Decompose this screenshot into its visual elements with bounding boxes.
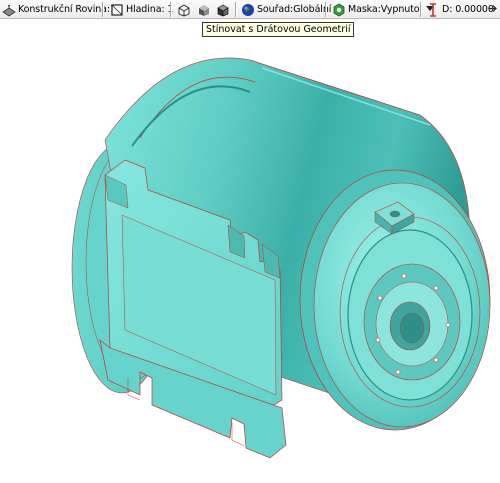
shaded-wire-cube-icon <box>216 3 230 17</box>
mask-icon <box>332 3 346 17</box>
more-icon <box>489 4 498 16</box>
distance-label: D: 0.00000 <box>442 4 494 15</box>
construction-plane-button[interactable]: Konstrukční Rovina:1 <box>2 1 116 18</box>
mask-label: Maska:Vypnuto <box>348 4 420 15</box>
tooltip: Stínovat s Drátovou Geometrií <box>202 22 355 37</box>
coordinates-label: Souřad:Globální <box>257 4 332 15</box>
wireframe-view-button[interactable] <box>177 1 193 18</box>
motor-model-render <box>71 57 491 459</box>
shaded-cube-icon <box>197 3 211 17</box>
layer-label: Hladina: 1 <box>126 4 174 15</box>
mask-dropdown[interactable]: Maska:Vypnuto <box>332 1 434 18</box>
shaded-wireframe-view-button[interactable] <box>216 1 232 18</box>
distance-field[interactable]: D: 0.00000 <box>426 1 494 18</box>
toolbar: Konstrukční Rovina:1 Hladina: 1 Souřad:G… <box>0 0 500 19</box>
wire-cube-icon <box>177 3 191 17</box>
layer-icon <box>110 3 124 17</box>
more-button[interactable] <box>489 1 498 18</box>
coordinates-button[interactable]: Souřad:Globální <box>241 1 331 18</box>
plane-icon <box>2 3 16 17</box>
model-viewport[interactable] <box>0 19 500 480</box>
distance-icon <box>426 2 440 17</box>
layer-button[interactable]: Hladina: 1 <box>110 1 173 18</box>
globe-icon <box>241 3 255 17</box>
shaded-view-button[interactable] <box>197 1 213 18</box>
